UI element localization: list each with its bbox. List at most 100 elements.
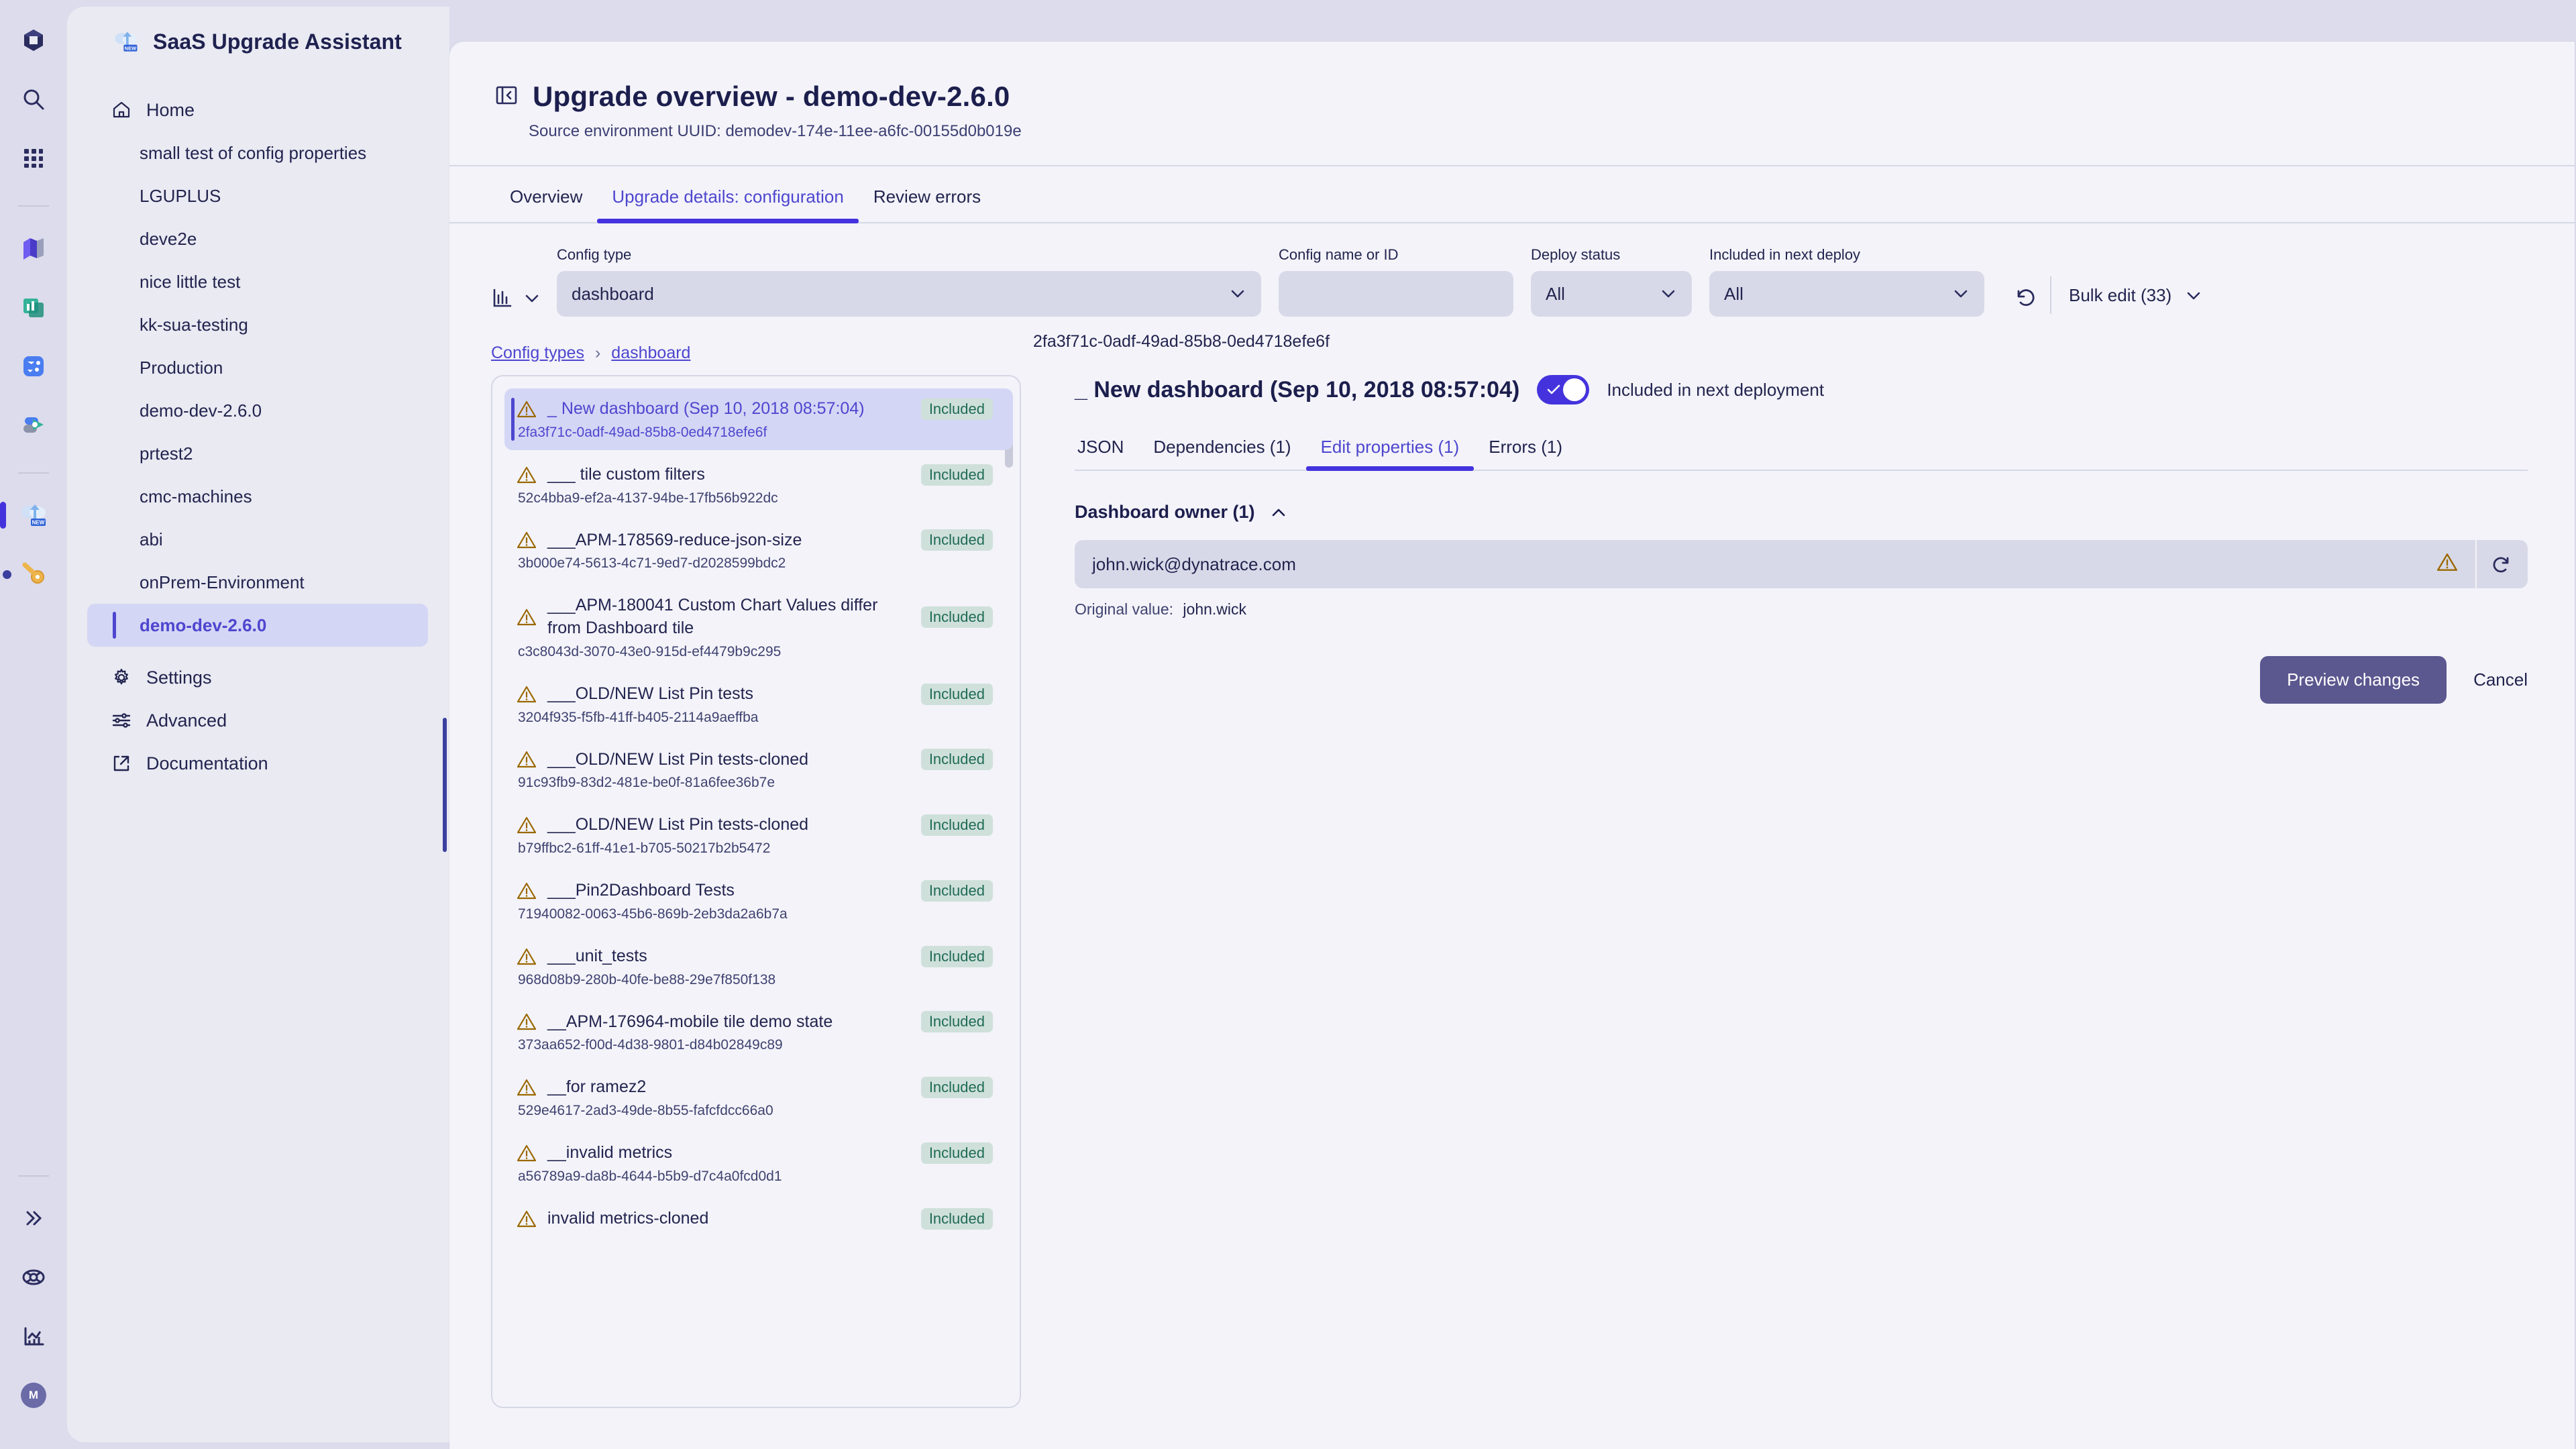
- list-item-id: 2fa3f71c-0adf-49ad-85b8-0ed4718efe6f: [518, 424, 767, 440]
- detail-tab-dependencies[interactable]: Dependencies (1): [1138, 429, 1305, 470]
- bulk-edit-button[interactable]: Bulk edit (33): [2069, 285, 2202, 306]
- config-list-item[interactable]: ___OLD/NEW List Pin tests-cloned Include…: [504, 739, 1013, 801]
- list-item-id: b79ffbc2-61ff-41e1-b705-50217b2b5472: [518, 841, 771, 856]
- dashboard-owner-section-header[interactable]: Dashboard owner (1): [1075, 502, 2528, 523]
- apps-grid-icon[interactable]: [12, 137, 55, 180]
- breadcrumb-current[interactable]: dashboard: [611, 343, 690, 363]
- sidebar-item-env-6[interactable]: demo-dev-2.6.0: [87, 389, 428, 432]
- config-type-icon-toggle[interactable]: [491, 287, 541, 310]
- deploy-status-select[interactable]: All: [1531, 271, 1692, 317]
- sidebar-item-env-1[interactable]: LGUPLUS: [87, 174, 428, 217]
- config-list-item[interactable]: ___OLD/NEW List Pin tests Included 3204f…: [504, 674, 1013, 735]
- detail-title-row: _ New dashboard (Sep 10, 2018 08:57:04) …: [1075, 375, 2528, 405]
- detail-tab-label: JSON: [1077, 437, 1124, 457]
- list-item-header: ___OLD/NEW List Pin tests-cloned Include…: [517, 814, 993, 837]
- saas-upgrade-assistant-icon[interactable]: NEW: [0, 494, 55, 537]
- dashboard-owner-input[interactable]: john.wick@dynatrace.com: [1075, 540, 2475, 588]
- included-next-deploy-value: All: [1724, 283, 1743, 304]
- config-list-item[interactable]: __invalid metrics Included a56789a9-da8b…: [504, 1132, 1013, 1194]
- detail-tab-json[interactable]: JSON: [1075, 429, 1138, 470]
- icon-rail: NEW M: [0, 0, 67, 1449]
- original-value-row: Original value: john.wick: [1075, 600, 2528, 619]
- config-list-item[interactable]: ___OLD/NEW List Pin tests-cloned Include…: [504, 804, 1013, 866]
- config-list-item[interactable]: ___APM-178569-reduce-json-size Included …: [504, 520, 1013, 582]
- sidebar-item-env-4[interactable]: kk-sua-testing: [87, 303, 428, 346]
- sliders-icon: [111, 710, 131, 731]
- breadcrumb-root[interactable]: Config types: [491, 343, 584, 363]
- list-item-id: 529e4617-2ad3-49de-8b55-fafcfdcc66a0: [518, 1103, 773, 1118]
- list-item-name: ___OLD/NEW List Pin tests-cloned: [547, 815, 809, 835]
- chevron-down-icon: [2187, 292, 2200, 299]
- included-in-next-deployment-toggle[interactable]: [1537, 375, 1590, 405]
- sidebar-item-env-5[interactable]: Production: [87, 346, 428, 389]
- config-type-select[interactable]: dashboard: [557, 271, 1261, 317]
- detail-tab-edit-properties[interactable]: Edit properties (1): [1305, 429, 1474, 471]
- config-list-item[interactable]: ___ tile custom filters Included 52c4bba…: [504, 454, 1013, 516]
- sidebar-item-env-10[interactable]: onPrem-Environment: [87, 561, 428, 604]
- notebooks-icon[interactable]: [12, 227, 55, 270]
- config-list-item[interactable]: __for ramez2 Included 529e4617-2ad3-49de…: [504, 1067, 1013, 1128]
- config-list-item[interactable]: ___unit_tests Included 968d08b9-280b-40f…: [504, 936, 1013, 998]
- sidebar-item-env-8[interactable]: cmc-machines: [87, 475, 428, 518]
- config-list-item[interactable]: _ New dashboard (Sep 10, 2018 08:57:04) …: [504, 388, 1013, 450]
- included-next-deploy-select[interactable]: All: [1709, 271, 1984, 317]
- saas-upgrade-assistant-icon: NEW: [111, 28, 141, 55]
- check-icon: [1548, 384, 1560, 394]
- config-name-input[interactable]: [1279, 271, 1513, 317]
- list-item-header: ___APM-180041 Custom Chart Values differ…: [517, 594, 993, 640]
- sidebar-item-env-11[interactable]: demo-dev-2.6.0: [87, 604, 428, 647]
- status-badge: Included: [920, 1077, 993, 1099]
- list-item-name: ___APM-180041 Custom Chart Values differ…: [547, 596, 878, 637]
- analytics-icon[interactable]: [12, 1315, 55, 1358]
- warning-triangle-icon: [517, 947, 537, 967]
- status-badge: Included: [920, 606, 993, 628]
- warning-triangle-icon: [517, 399, 537, 419]
- sidebar-scrollbar[interactable]: [443, 718, 447, 852]
- filter-included-next-deploy-label: Included in next deploy: [1709, 246, 1861, 263]
- list-item-name: __APM-176964-mobile tile demo state: [547, 1012, 833, 1031]
- sidebar-item-env-0[interactable]: small test of config properties: [87, 131, 428, 174]
- sidebar-item-settings[interactable]: Settings: [87, 656, 428, 699]
- status-badge: Included: [920, 1208, 993, 1230]
- tab-review-errors[interactable]: Review errors: [859, 166, 996, 222]
- sidebar-item-env-9[interactable]: abi: [87, 518, 428, 561]
- filter-config-name: Config name or ID: [1279, 246, 1513, 317]
- sidebar-item-documentation[interactable]: Documentation: [87, 742, 428, 785]
- tab-upgrade-details-configuration[interactable]: Upgrade details: configuration: [597, 166, 859, 223]
- expand-rail-icon[interactable]: [12, 1197, 55, 1240]
- reset-value-button[interactable]: [2475, 540, 2528, 588]
- config-list-item[interactable]: ___APM-180041 Custom Chart Values differ…: [504, 585, 1013, 669]
- rail-divider-3: [18, 1175, 49, 1177]
- list-item-id: 91c93fb9-83d2-481e-be0f-81a6fee36b7e: [518, 775, 775, 791]
- user-avatar[interactable]: M: [12, 1374, 55, 1417]
- list-item-name: __invalid metrics: [547, 1143, 673, 1162]
- chevron-down-icon: [1954, 290, 1968, 298]
- config-list-item[interactable]: invalid metrics-cloned Included: [504, 1198, 1013, 1240]
- sidebar-item-env-2[interactable]: deve2e: [87, 217, 428, 260]
- data-explorer-icon[interactable]: [12, 404, 55, 447]
- sidebar-item-home[interactable]: Home: [87, 89, 428, 131]
- preview-changes-button[interactable]: Preview changes: [2260, 656, 2447, 704]
- detail-actions: Preview changes Cancel: [1075, 656, 2528, 704]
- dashboard-owner-value: john.wick@dynatrace.com: [1092, 553, 1296, 574]
- help-lifebuoy-icon[interactable]: [12, 1256, 55, 1299]
- config-list-item[interactable]: ___Pin2Dashboard Tests Included 71940082…: [504, 870, 1013, 932]
- config-list-item[interactable]: __APM-176964-mobile tile demo state Incl…: [504, 1002, 1013, 1063]
- key-icon[interactable]: [3, 553, 55, 596]
- detail-tab-errors[interactable]: Errors (1): [1474, 429, 1577, 470]
- sidebar-item-env-3[interactable]: nice little test: [87, 260, 428, 303]
- reset-filters-icon[interactable]: [2012, 284, 2038, 310]
- sidebar-item-advanced[interactable]: Advanced: [87, 699, 428, 742]
- status-badge: Included: [920, 814, 993, 837]
- tab-overview[interactable]: Overview: [495, 166, 597, 222]
- rail-active-indicator: [0, 502, 6, 529]
- search-icon[interactable]: [12, 78, 55, 121]
- tab-label: Overview: [510, 186, 583, 207]
- sidebar-item-env-7[interactable]: prtest2: [87, 432, 428, 475]
- workflows-icon[interactable]: [12, 345, 55, 388]
- collapse-panel-icon[interactable]: [495, 84, 518, 110]
- dynatrace-logo-icon[interactable]: [12, 19, 55, 62]
- detail-tabs: JSON Dependencies (1) Edit properties (1…: [1075, 429, 2528, 471]
- dashboards-icon[interactable]: [12, 286, 55, 329]
- cancel-button[interactable]: Cancel: [2473, 669, 2528, 690]
